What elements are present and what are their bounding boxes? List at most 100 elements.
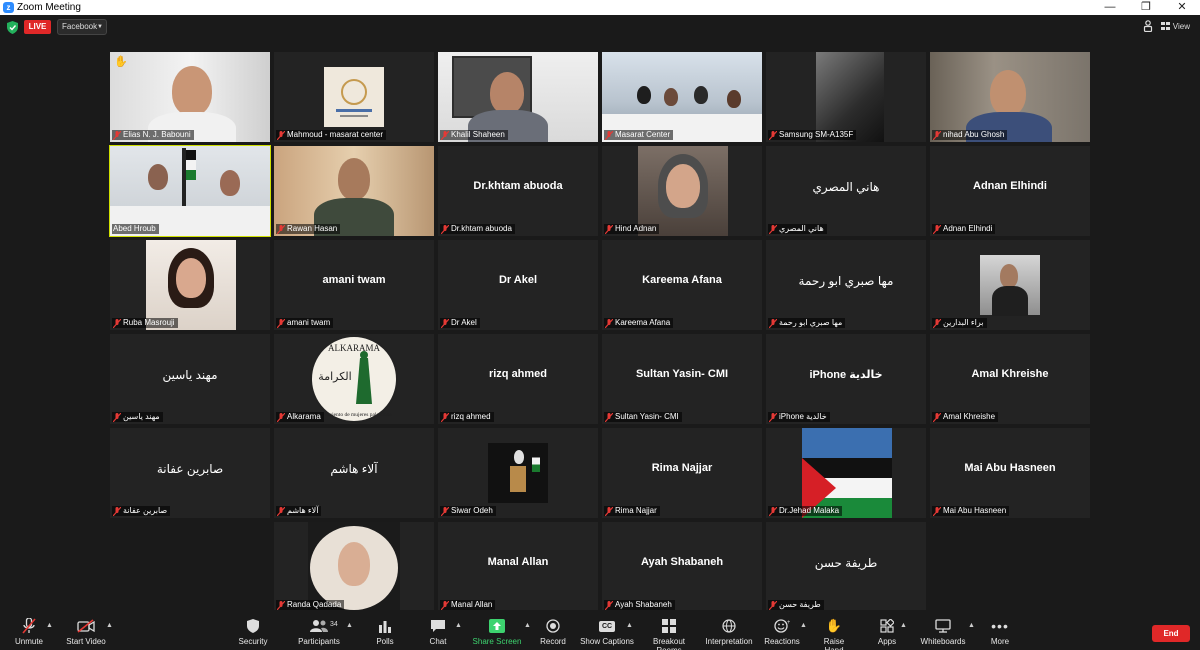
- video-tile[interactable]: iPhone خالدية iPhone خالدية: [766, 334, 926, 424]
- video-tile[interactable]: هاني المصري هاني المصري: [766, 146, 926, 236]
- video-tile[interactable]: Siwar Odeh: [438, 428, 598, 518]
- video-tile[interactable]: rizq ahmed rizq ahmed: [438, 334, 598, 424]
- record-button[interactable]: Record: [538, 618, 568, 646]
- participant-name: iPhone خالدية: [779, 412, 827, 421]
- participant-name: Ruba Masrouji: [123, 318, 175, 327]
- share-options-caret[interactable]: ▲: [524, 622, 531, 629]
- apps-options-caret[interactable]: ▲: [900, 622, 907, 629]
- unmute-button[interactable]: Unmute: [8, 618, 50, 646]
- video-tile[interactable]: Dr Akel Dr Akel: [438, 240, 598, 330]
- whiteboards-options-caret[interactable]: ▲: [968, 622, 975, 629]
- participant-name-label: مهند ياسين: [112, 412, 163, 422]
- video-tile[interactable]: صابرين عفانة صابرين عفانة: [110, 428, 270, 518]
- video-tile[interactable]: Mahmoud - masarat center: [274, 52, 434, 142]
- unmute-label: Unmute: [14, 637, 43, 646]
- svg-text:movimiento de mujeres palestin: movimiento de mujeres palestinas: [317, 412, 392, 418]
- video-tile[interactable]: ✋ Elias N. J. Babouni: [110, 52, 270, 142]
- chat-button[interactable]: Chat: [422, 618, 454, 646]
- chevron-down-icon: ▼: [97, 24, 103, 30]
- record-icon: [546, 619, 560, 633]
- video-tile[interactable]: Ruba Masrouji: [110, 240, 270, 330]
- minimize-icon[interactable]: —: [1092, 0, 1128, 15]
- participant-display-name: Dr Akel: [498, 274, 538, 286]
- participant-display-name: مهند ياسين: [162, 368, 218, 382]
- video-tile[interactable]: Manal Allan Manal Allan: [438, 522, 598, 612]
- muted-mic-icon: [277, 130, 285, 140]
- video-tile[interactable]: Kareema Afana Kareema Afana: [602, 240, 762, 330]
- video-tile[interactable]: مهند ياسين مهند ياسين: [110, 334, 270, 424]
- view-button[interactable]: View: [1160, 22, 1190, 31]
- participant-name-label: Siwar Odeh: [440, 506, 496, 516]
- participant-name-label: Manal Allan: [440, 600, 496, 610]
- video-tile[interactable]: Rawan Hasan: [274, 146, 434, 236]
- zoom-logo-icon: z: [3, 2, 14, 13]
- video-tile[interactable]: Samsung SM-A135F: [766, 52, 926, 142]
- video-tile[interactable]: Rima Najjar Rima Najjar: [602, 428, 762, 518]
- participant-display-name: مها صبري ابو رحمة: [798, 274, 894, 288]
- participant-display-name: rizq ahmed: [488, 368, 548, 380]
- participant-name-label: آلاء هاشم: [276, 506, 322, 516]
- reactions-button[interactable]: + Reactions: [764, 618, 800, 646]
- muted-mic-icon: [605, 224, 613, 234]
- video-tile[interactable]: amani twam amani twam: [274, 240, 434, 330]
- captions-options-caret[interactable]: ▲: [626, 622, 633, 629]
- reactions-options-caret[interactable]: ▲: [800, 622, 807, 629]
- participant-name: Mahmoud - masarat center: [287, 130, 384, 139]
- chat-options-caret[interactable]: ▲: [455, 622, 462, 629]
- participant-name: Rima Najjar: [615, 506, 657, 515]
- video-tile[interactable]: Ayah Shabaneh Ayah Shabaneh: [602, 522, 762, 612]
- polls-button[interactable]: Polls: [370, 618, 400, 646]
- participant-head: [664, 88, 678, 106]
- security-button[interactable]: Security: [233, 618, 273, 646]
- video-tile[interactable]: ALKARAMA الكرامة movimiento de mujeres p…: [274, 334, 434, 424]
- live-badge[interactable]: LIVE: [24, 20, 51, 34]
- close-icon[interactable]: ✕: [1164, 0, 1200, 15]
- participant-name-label: هاني المصري: [768, 224, 827, 234]
- muted-mic-icon: [441, 224, 449, 234]
- video-tile[interactable]: Sultan Yasin- CMI Sultan Yasin- CMI: [602, 334, 762, 424]
- participant-name-label: مها صبري ابو رحمة: [768, 318, 846, 328]
- whiteboards-button[interactable]: Whiteboards: [918, 618, 968, 646]
- video-tile[interactable]: Masarat Center: [602, 52, 762, 142]
- video-options-caret[interactable]: ▲: [106, 622, 113, 629]
- immersive-view-icon[interactable]: [1143, 20, 1153, 32]
- video-tile[interactable]: nihad Abu Ghosh: [930, 52, 1090, 142]
- audio-options-caret[interactable]: ▲: [46, 622, 53, 629]
- start-video-button[interactable]: Start Video: [62, 618, 110, 646]
- participant-name: Dr.Jehad Malaka: [779, 506, 840, 515]
- raise-hand-button[interactable]: ✋ Raise Hand: [814, 618, 854, 650]
- video-tile[interactable]: Mai Abu Hasneen Mai Abu Hasneen: [930, 428, 1090, 518]
- more-button[interactable]: ••• More: [986, 618, 1014, 646]
- muted-mic-icon: [933, 318, 941, 328]
- video-tile[interactable]: Dr.khtam abuoda Dr.khtam abuoda: [438, 146, 598, 236]
- video-tile-active-speaker[interactable]: Abed Hroub: [109, 145, 271, 237]
- share-screen-button[interactable]: Share Screen: [472, 618, 522, 646]
- muted-mic-icon: [441, 506, 449, 516]
- interpretation-button[interactable]: Interpretation: [704, 618, 754, 646]
- participant-name-label: Dr Akel: [440, 318, 480, 328]
- video-tile[interactable]: Hind Adnan: [602, 146, 762, 236]
- grid-view-icon: [1160, 22, 1170, 30]
- video-tile[interactable]: آلاء هاشم آلاء هاشم: [274, 428, 434, 518]
- video-tile[interactable]: Dr.Jehad Malaka: [766, 428, 926, 518]
- video-tile[interactable]: Amal Khreishe Amal Khreishe: [930, 334, 1090, 424]
- video-tile[interactable]: Randa Qadada: [274, 522, 434, 612]
- video-tile[interactable]: Adnan Elhindi Adnan Elhindi: [930, 146, 1090, 236]
- muted-mic-icon: [605, 600, 613, 610]
- apps-button[interactable]: Apps: [872, 618, 902, 646]
- end-meeting-button[interactable]: End: [1152, 625, 1190, 642]
- video-tile[interactable]: مها صبري ابو رحمة مها صبري ابو رحمة: [766, 240, 926, 330]
- participant-name: nihad Abu Ghosh: [943, 130, 1005, 139]
- muted-mic-icon: [22, 618, 36, 634]
- maximize-icon[interactable]: ❐: [1128, 0, 1164, 15]
- video-tile[interactable]: براء البدارين: [930, 240, 1090, 330]
- video-tile[interactable]: Khalil Shaheen: [438, 52, 598, 142]
- globe-icon: [722, 619, 736, 633]
- participant-name-label: Dr.khtam abuoda: [440, 224, 515, 234]
- participants-options-caret[interactable]: ▲: [346, 622, 353, 629]
- encryption-shield-icon[interactable]: [7, 21, 18, 34]
- breakout-rooms-button[interactable]: Breakout Rooms: [640, 618, 698, 650]
- participant-name-label: Adnan Elhindi: [932, 224, 996, 234]
- stream-target-dropdown[interactable]: Facebook ▼: [57, 19, 107, 35]
- video-tile[interactable]: طريفة حسن طريفة حسن: [766, 522, 926, 612]
